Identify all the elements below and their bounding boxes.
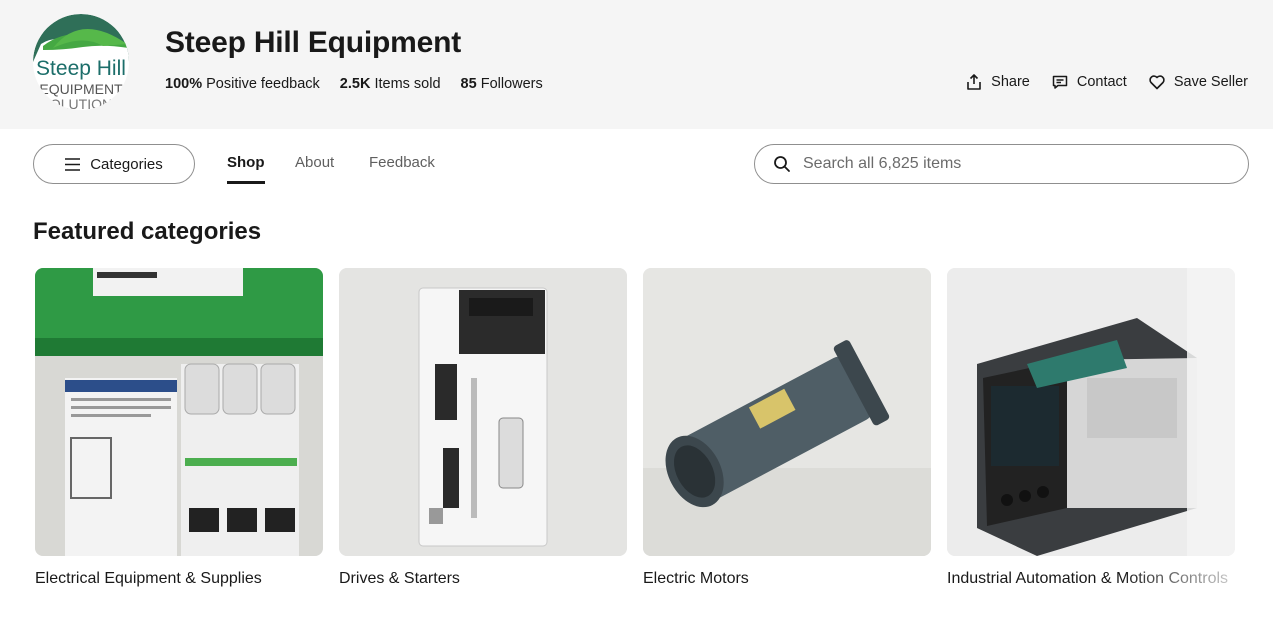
save-seller-button[interactable]: Save Seller (1149, 74, 1248, 90)
stat-label: Followers (480, 76, 543, 92)
tab-feedback[interactable]: Feedback (369, 154, 435, 171)
store-nav: Categories Shop About Feedback (0, 129, 1273, 199)
stat-label: Positive feedback (206, 76, 320, 92)
category-card-electric-motors[interactable]: Electric Motors (643, 268, 931, 589)
store-name[interactable]: Steep Hill Equipment (165, 26, 461, 60)
stat-items-sold[interactable]: 2.5K Items sold (340, 76, 441, 92)
featured-categories-title: Featured categories (33, 218, 262, 245)
share-label: Share (991, 74, 1030, 90)
share-icon (967, 74, 981, 90)
category-image[interactable] (947, 268, 1235, 556)
chat-icon (1052, 75, 1068, 89)
category-image[interactable] (35, 268, 323, 556)
stat-value: 100% (165, 76, 203, 92)
tab-shop[interactable]: Shop (227, 154, 265, 184)
store-stats: 100% Positive feedback 2.5K Items sold 8… (165, 76, 543, 92)
menu-icon (65, 157, 81, 171)
store-search (754, 144, 1249, 184)
stat-followers[interactable]: 85 Followers (461, 76, 543, 92)
categories-label: Categories (90, 155, 163, 173)
svg-text:SOLUTIONS: SOLUTIONS (41, 96, 122, 110)
category-image[interactable] (643, 268, 931, 556)
tab-about[interactable]: About (295, 154, 334, 171)
store-header: Steep Hill EQUIPMENT SOLUTIONS Steep Hil… (0, 0, 1273, 129)
category-label[interactable]: Industrial Automation & Motion Controls (947, 568, 1235, 589)
categories-button[interactable]: Categories (33, 144, 195, 184)
stat-label: Items sold (374, 76, 441, 92)
svg-text:EQUIPMENT: EQUIPMENT (39, 81, 123, 97)
stat-feedback[interactable]: 100% Positive feedback (165, 76, 320, 92)
share-button[interactable]: Share (966, 74, 1030, 90)
stat-value: 85 (460, 76, 477, 92)
svg-text:Steep Hill: Steep Hill (36, 57, 126, 80)
category-label[interactable]: Electrical Equipment & Supplies (35, 568, 323, 589)
category-card-electrical-equipment[interactable]: Electrical Equipment & Supplies (35, 268, 323, 589)
category-image[interactable] (339, 268, 627, 556)
category-label[interactable]: Drives & Starters (339, 568, 627, 589)
category-label[interactable]: Electric Motors (643, 568, 931, 589)
store-actions: Share Contact Save Seller (966, 74, 1248, 90)
heart-icon (1149, 75, 1165, 90)
stat-value: 2.5K (339, 76, 371, 92)
contact-label: Contact (1076, 74, 1127, 90)
contact-button[interactable]: Contact (1052, 74, 1127, 90)
save-seller-label: Save Seller (1173, 74, 1248, 90)
category-card-industrial-automation[interactable]: Industrial Automation & Motion Controls (947, 268, 1235, 589)
search-input[interactable] (803, 155, 1223, 173)
category-card-drives-starters[interactable]: Drives & Starters (339, 268, 627, 589)
store-logo[interactable]: Steep Hill EQUIPMENT SOLUTIONS (33, 14, 129, 110)
search-icon[interactable] (773, 155, 791, 173)
